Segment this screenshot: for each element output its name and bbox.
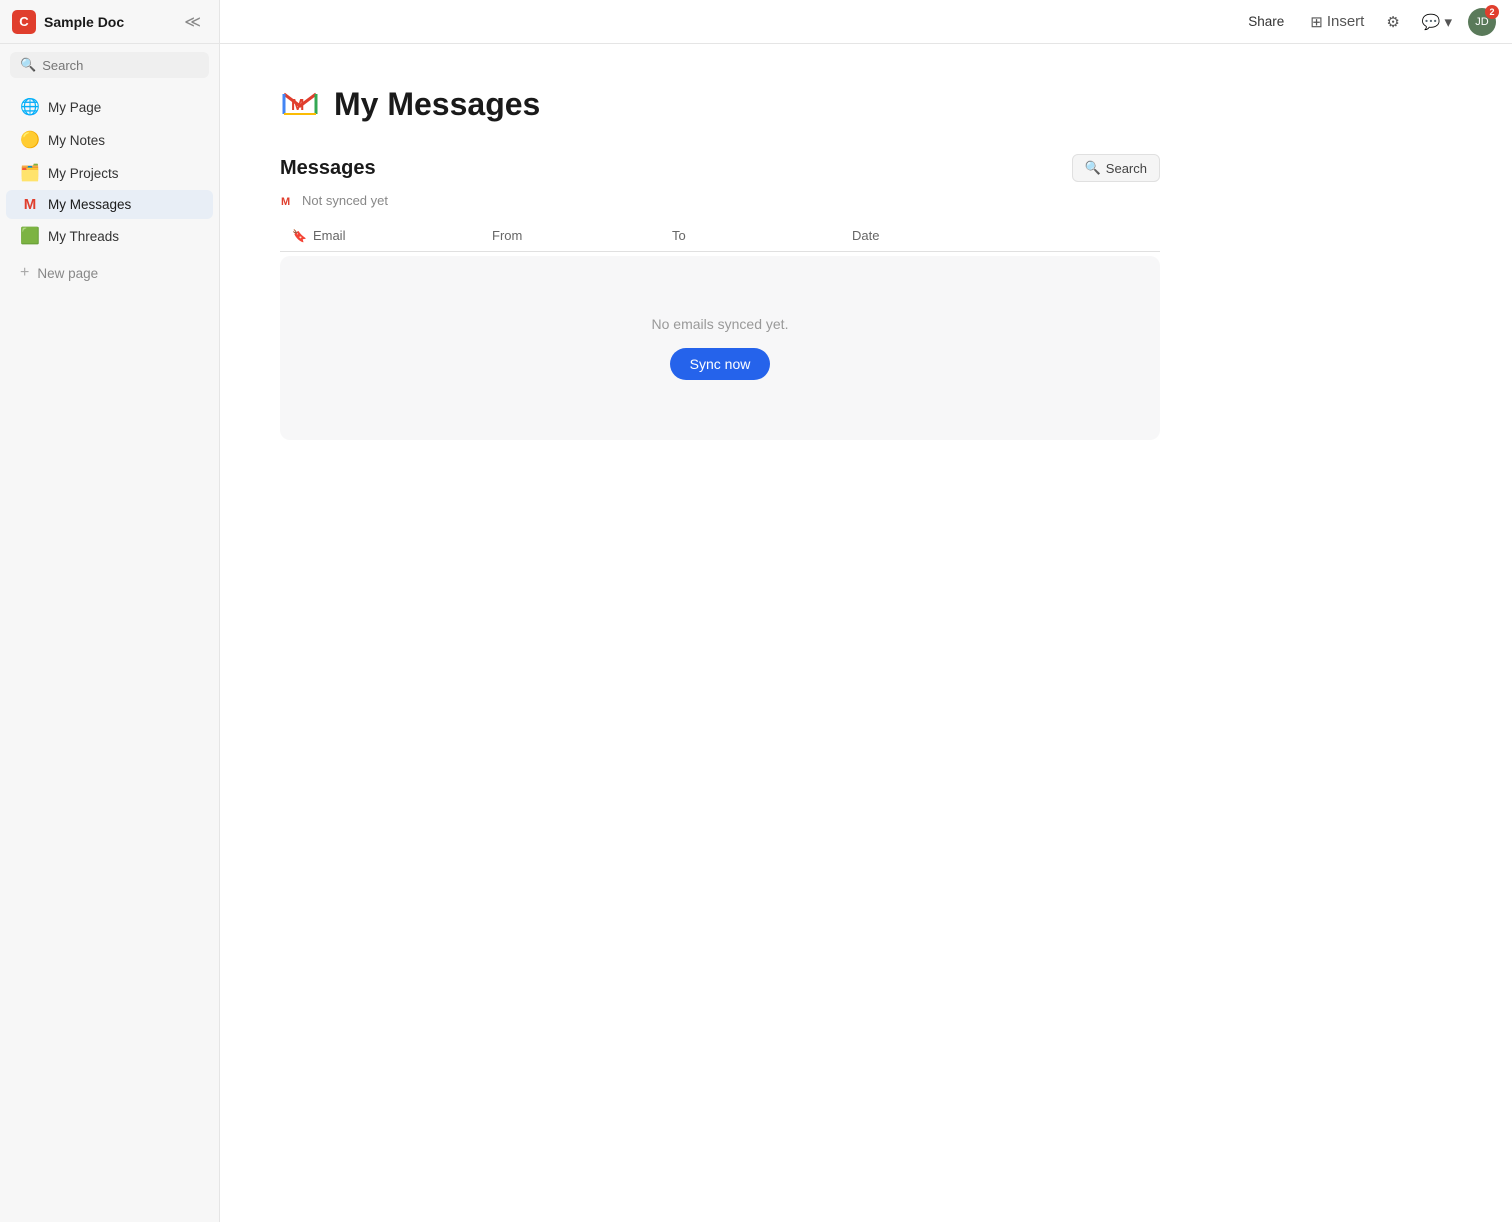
sidebar: C Sample Doc ≪ 🔍 🌐 My Page 🟡 My Notes 🗂️… — [0, 0, 220, 1222]
notification-badge: 2 — [1485, 5, 1499, 19]
svg-text:M: M — [281, 196, 290, 208]
insert-button[interactable]: ⊞ Insert — [1304, 9, 1370, 35]
avatar[interactable]: JD 2 — [1468, 8, 1496, 36]
gmail-logo-icon: M — [280, 84, 320, 124]
sidebar-item-my-threads[interactable]: 🟩 My Threads — [6, 220, 213, 252]
email-col-icon: 🔖 — [292, 229, 307, 243]
main-area: Share ⊞ Insert ⚙ 💬 ▾ JD 2 — [220, 0, 1512, 1222]
search-input[interactable] — [42, 58, 199, 73]
notes-icon: 🟡 — [20, 130, 40, 150]
sidebar-header: C Sample Doc ≪ — [0, 0, 219, 44]
sync-status: M Not synced yet — [280, 192, 1160, 208]
svg-text:M: M — [291, 97, 304, 114]
gmail-small-icon: M — [280, 192, 296, 208]
comment-button[interactable]: 💬 ▾ — [1416, 9, 1458, 35]
search-icon: 🔍 — [20, 57, 36, 73]
table-col-from: From — [492, 228, 672, 243]
messages-section: Messages 🔍 Search M Not synced yet 🔖 Ema… — [280, 154, 1160, 440]
sidebar-item-my-notes[interactable]: 🟡 My Notes — [6, 124, 213, 156]
search-messages-icon: 🔍 — [1085, 160, 1101, 176]
settings-icon: ⚙ — [1386, 13, 1399, 31]
topbar-actions: Share ⊞ Insert ⚙ 💬 ▾ JD 2 — [1238, 8, 1496, 36]
sidebar-item-label-my-projects: My Projects — [48, 166, 119, 181]
search-messages-button[interactable]: 🔍 Search — [1072, 154, 1160, 182]
messages-title: Messages — [280, 157, 376, 180]
nav-section: 🌐 My Page 🟡 My Notes 🗂️ My Projects M My… — [0, 86, 219, 257]
table-col-date: Date — [852, 228, 1032, 243]
email-col-label: Email — [313, 228, 346, 243]
new-page-label: New page — [37, 266, 98, 281]
from-col-label: From — [492, 228, 522, 243]
sidebar-item-my-projects[interactable]: 🗂️ My Projects — [6, 157, 213, 189]
sync-now-button[interactable]: Sync now — [670, 348, 771, 380]
globe-icon: 🌐 — [20, 97, 40, 117]
table-col-to: To — [672, 228, 852, 243]
messages-header: Messages 🔍 Search — [280, 154, 1160, 182]
search-box[interactable]: 🔍 — [10, 52, 209, 78]
page-content: M My Messages Messages 🔍 Search M Not sy… — [220, 44, 1220, 1222]
comment-icon: 💬 — [1422, 13, 1441, 31]
sidebar-item-label-my-notes: My Notes — [48, 133, 105, 148]
table-header: 🔖 Email From To Date — [280, 220, 1160, 252]
messages-icon: M — [20, 196, 40, 213]
sidebar-item-label-my-threads: My Threads — [48, 229, 119, 244]
date-col-label: Date — [852, 228, 879, 243]
new-page-item[interactable]: + New page — [6, 258, 213, 288]
plus-icon: + — [20, 264, 29, 282]
share-button[interactable]: Share — [1238, 10, 1294, 33]
doc-title: Sample Doc — [44, 14, 170, 30]
sidebar-item-label-my-messages: My Messages — [48, 197, 131, 212]
sidebar-item-my-page[interactable]: 🌐 My Page — [6, 91, 213, 123]
sidebar-item-my-messages[interactable]: M My Messages — [6, 190, 213, 219]
page-title: My Messages — [334, 86, 540, 123]
sidebar-item-label-my-page: My Page — [48, 100, 101, 115]
table-col-email: 🔖 Email — [292, 228, 492, 243]
projects-icon: 🗂️ — [20, 163, 40, 183]
settings-button[interactable]: ⚙ — [1380, 9, 1405, 35]
threads-icon: 🟩 — [20, 226, 40, 246]
insert-label: Insert — [1327, 13, 1365, 30]
collapse-sidebar-button[interactable]: ≪ — [178, 8, 207, 36]
sync-status-text: Not synced yet — [302, 193, 388, 208]
chevron-down-icon: ▾ — [1444, 13, 1452, 31]
empty-state: No emails synced yet. Sync now — [280, 256, 1160, 440]
page-header: M My Messages — [280, 84, 1160, 124]
to-col-label: To — [672, 228, 686, 243]
empty-state-text: No emails synced yet. — [652, 316, 789, 332]
app-logo: C — [12, 10, 36, 34]
insert-icon: ⊞ — [1310, 13, 1323, 31]
topbar: Share ⊞ Insert ⚙ 💬 ▾ JD 2 — [220, 0, 1512, 44]
search-messages-label: Search — [1106, 161, 1147, 176]
